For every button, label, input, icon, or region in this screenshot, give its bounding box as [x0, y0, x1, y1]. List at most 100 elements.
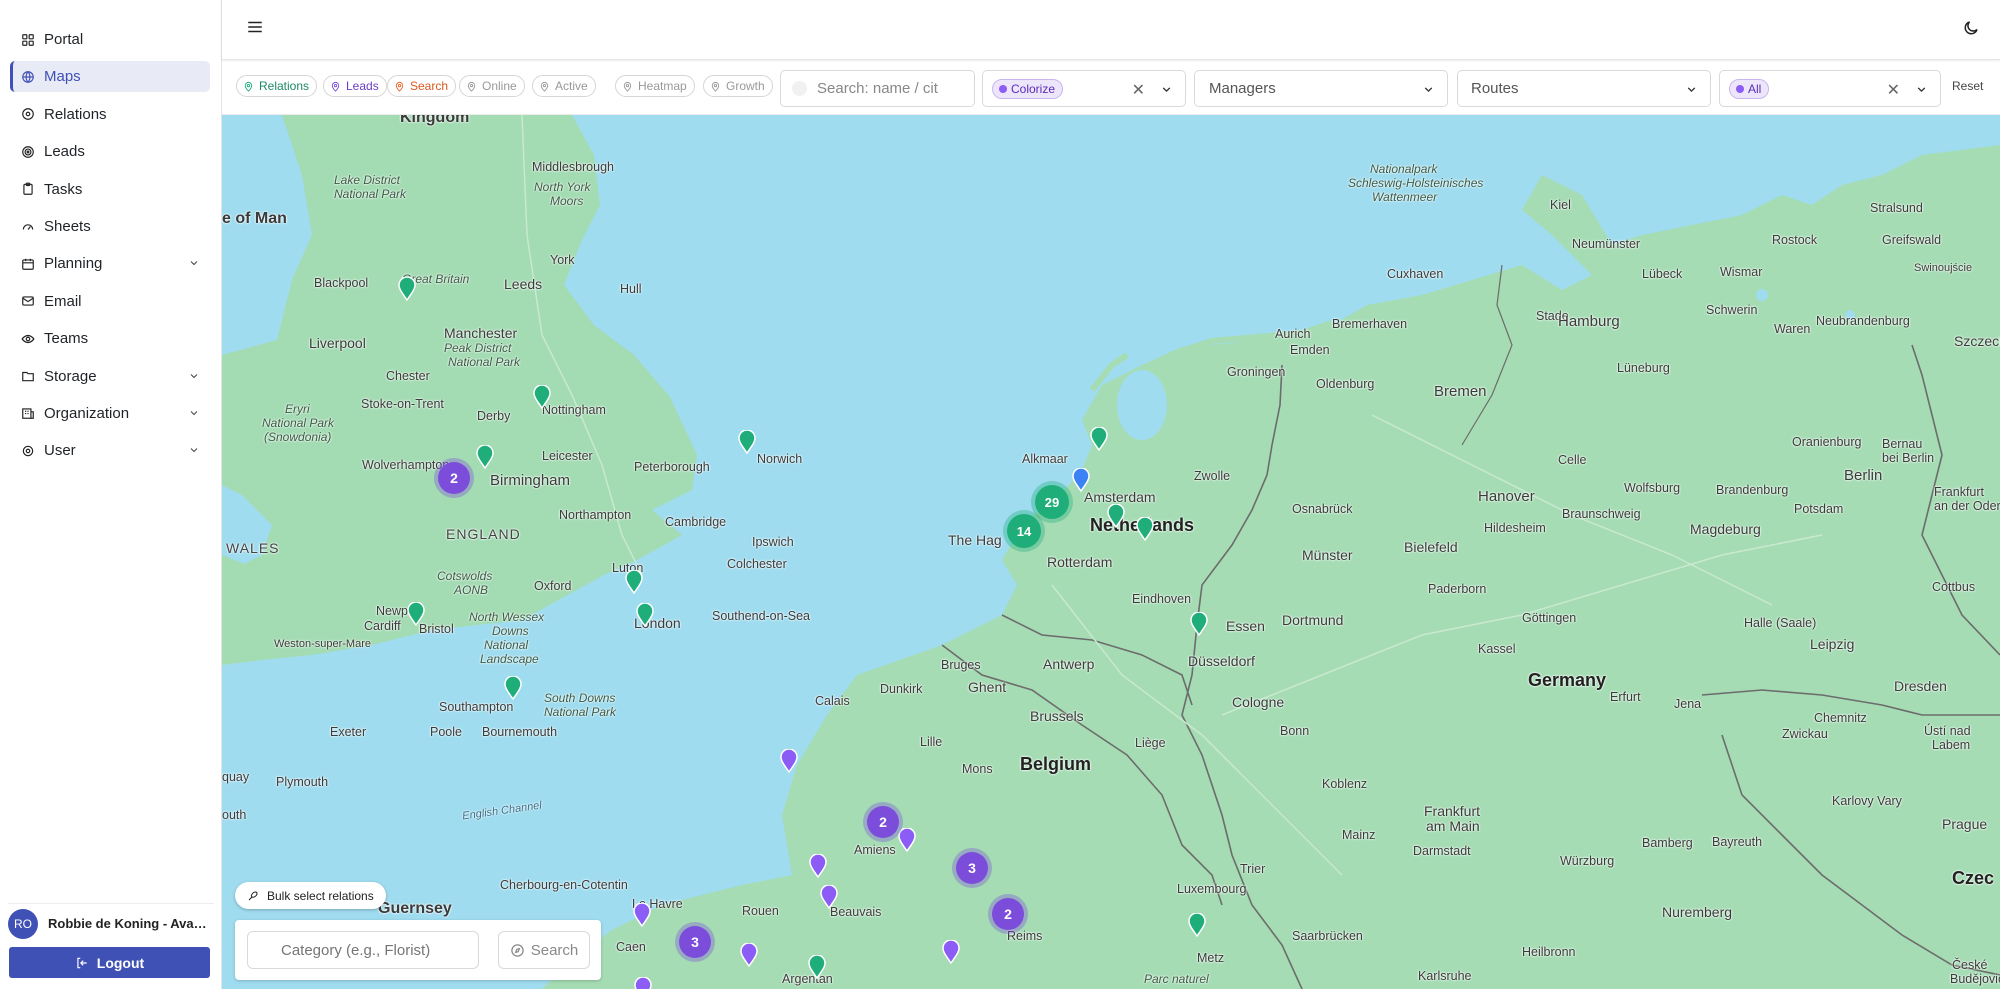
- chip-growth[interactable]: Growth: [703, 75, 773, 97]
- chevron-down-icon[interactable]: [188, 406, 200, 423]
- lead-marker[interactable]: [942, 940, 960, 964]
- relation-marker[interactable]: [738, 430, 756, 454]
- map-label: Koblenz: [1322, 777, 1368, 791]
- relation-marker[interactable]: [476, 445, 494, 469]
- map-label: Budějovic: [1950, 972, 2000, 986]
- highlighted-marker[interactable]: [1072, 468, 1090, 492]
- chip-leads[interactable]: Leads: [323, 75, 387, 97]
- sidebar-item-user[interactable]: User: [10, 435, 210, 466]
- search-placeholder: Search: name / cit: [817, 80, 938, 97]
- chevron-down-icon[interactable]: [188, 369, 200, 386]
- map-label: am Main: [1426, 818, 1480, 834]
- map-label: Alkmaar: [1022, 452, 1068, 466]
- moon-icon[interactable]: [1962, 19, 1980, 37]
- relation-marker[interactable]: [533, 385, 551, 409]
- sidebar-item-portal[interactable]: Portal: [10, 24, 210, 55]
- relation-marker[interactable]: [504, 676, 522, 700]
- relation-marker[interactable]: [1107, 504, 1125, 528]
- relation-marker[interactable]: [625, 570, 643, 594]
- chip-active[interactable]: Active: [532, 75, 596, 97]
- lead-marker[interactable]: [634, 977, 652, 989]
- lead-marker[interactable]: [740, 943, 758, 967]
- map-label: AONB: [454, 583, 489, 597]
- hamburger-menu-icon[interactable]: [246, 18, 264, 36]
- lead-marker[interactable]: [898, 828, 916, 852]
- relation-marker[interactable]: [808, 955, 826, 979]
- map-label: Bernau: [1882, 437, 1923, 451]
- map-label: Liège: [1135, 736, 1166, 750]
- relation-marker[interactable]: [398, 277, 416, 301]
- lead-cluster[interactable]: 2: [438, 462, 470, 494]
- lead-marker[interactable]: [780, 749, 798, 773]
- lead-cluster[interactable]: 2: [992, 898, 1024, 930]
- chip-heatmap[interactable]: Heatmap: [615, 75, 695, 97]
- colorize-select[interactable]: Colorize ✕: [982, 70, 1186, 107]
- lead-cluster[interactable]: 3: [679, 926, 711, 958]
- avatar: RO: [8, 908, 38, 939]
- map-label: Celle: [1558, 453, 1587, 467]
- clear-icon[interactable]: ✕: [1887, 80, 1900, 100]
- bulk-select-button[interactable]: Bulk select relations: [235, 882, 386, 909]
- relation-marker[interactable]: [1090, 427, 1108, 451]
- category-input[interactable]: [247, 931, 479, 969]
- map-label: Leicester: [542, 449, 593, 463]
- lead-marker[interactable]: [820, 885, 838, 909]
- relation-marker[interactable]: [1136, 517, 1154, 541]
- map-label: Antwerp: [1043, 656, 1095, 672]
- logout-button[interactable]: Logout: [9, 947, 210, 978]
- sidebar-item-relations[interactable]: Relations: [10, 99, 210, 130]
- sidebar-item-planning[interactable]: Planning: [10, 248, 210, 279]
- map-label: Plymouth: [276, 775, 329, 789]
- managers-select[interactable]: Managers: [1194, 70, 1448, 107]
- relation-marker[interactable]: [1190, 612, 1208, 636]
- map-canvas[interactable]: Kingdom e of Man Middlesbrough Lake Dist…: [222, 115, 2000, 989]
- relation-marker[interactable]: [407, 602, 425, 626]
- map-label: Stralsund: [1870, 201, 1923, 215]
- chip-search[interactable]: Search: [387, 75, 457, 97]
- sidebar-item-label: Relations: [44, 105, 107, 123]
- map-label: Paderborn: [1428, 582, 1487, 596]
- clear-icon[interactable]: ✕: [1132, 80, 1145, 100]
- sidebar-item-storage[interactable]: Storage: [10, 361, 210, 392]
- lead-marker[interactable]: [633, 903, 651, 927]
- map-pin-icon: [623, 81, 632, 92]
- map-label: Derby: [477, 409, 511, 423]
- chevron-down-icon[interactable]: [188, 443, 200, 460]
- sidebar: Portal Maps Relations Leads Tasks Sheets…: [0, 0, 222, 989]
- lead-cluster[interactable]: 2: [867, 806, 899, 838]
- sidebar-item-email[interactable]: Email: [10, 286, 210, 317]
- status-select[interactable]: All ✕: [1719, 70, 1941, 107]
- sidebar-item-tasks[interactable]: Tasks: [10, 174, 210, 205]
- sidebar-item-label: Storage: [44, 367, 97, 385]
- chevron-down-icon[interactable]: [1422, 83, 1435, 100]
- map-pin-icon: [244, 81, 253, 92]
- user-profile[interactable]: RO Robbie de Koning - Avant...: [8, 903, 214, 939]
- relation-cluster[interactable]: 29: [1035, 485, 1069, 519]
- reset-button[interactable]: Reset: [1952, 79, 1983, 93]
- sidebar-item-sheets[interactable]: Sheets: [10, 211, 210, 242]
- category-search-button[interactable]: Search: [498, 931, 590, 969]
- map-label: Bremen: [1434, 383, 1487, 400]
- relation-marker[interactable]: [636, 603, 654, 627]
- chevron-down-icon[interactable]: [1160, 83, 1173, 100]
- name-search-input[interactable]: Search: name / cit: [780, 70, 975, 107]
- sidebar-item-organization[interactable]: Organization: [10, 398, 210, 429]
- routes-select[interactable]: Routes: [1457, 70, 1711, 107]
- map-label: Szczeci: [1954, 333, 2000, 349]
- chip-relations[interactable]: Relations: [236, 75, 318, 97]
- lead-marker[interactable]: [809, 854, 827, 878]
- chevron-down-icon[interactable]: [1685, 83, 1698, 100]
- sidebar-item-teams[interactable]: Teams: [10, 323, 210, 354]
- map-label: Blackpool: [314, 276, 369, 290]
- map-label: Emden: [1290, 343, 1330, 357]
- chevron-down-icon[interactable]: [1915, 83, 1928, 100]
- sidebar-item-maps[interactable]: Maps: [10, 61, 210, 93]
- map-label: Zwolle: [1194, 469, 1231, 483]
- sidebar-item-leads[interactable]: Leads: [10, 136, 210, 167]
- chip-online[interactable]: Online: [459, 75, 525, 97]
- map-label: Berlin: [1844, 467, 1883, 484]
- lead-cluster[interactable]: 3: [956, 852, 988, 884]
- relation-marker[interactable]: [1188, 913, 1206, 937]
- relation-cluster[interactable]: 14: [1007, 514, 1041, 548]
- chevron-down-icon[interactable]: [188, 256, 200, 273]
